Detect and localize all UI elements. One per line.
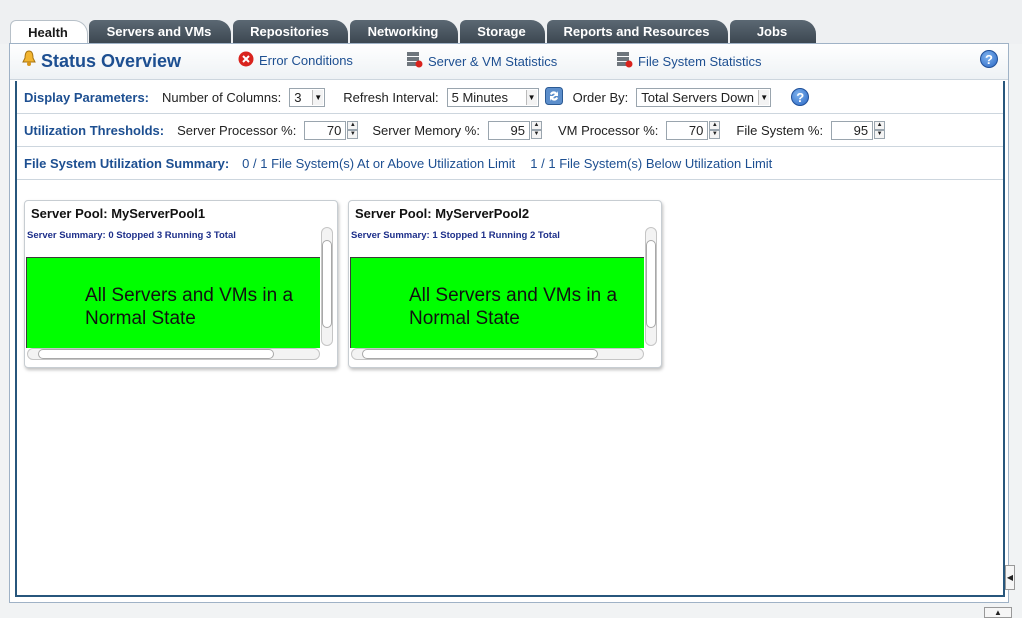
header-help-icon[interactable]: ?	[980, 50, 998, 68]
tab-storage-label: Storage	[477, 24, 526, 39]
tab-jobs[interactable]: Jobs	[730, 20, 816, 44]
error-conditions-label: Error Conditions	[259, 53, 353, 68]
status-normal-text: All Servers and VMs in a Normal State	[409, 285, 618, 329]
vm-processor-label: VM Processor %:	[557, 122, 659, 138]
tab-servers-and-vms[interactable]: Servers and VMs	[89, 20, 231, 44]
page-title: Status Overview	[22, 50, 181, 72]
refresh-interval-label: Refresh Interval:	[343, 89, 439, 105]
scrollbar-thumb[interactable]	[362, 349, 598, 359]
scrollbar-thumb[interactable]	[322, 240, 332, 328]
vm-processor-input[interactable]: 70	[666, 120, 709, 140]
tab-repositories[interactable]: Repositories	[233, 20, 348, 44]
server-processor-stepper[interactable]: ▲ ▼	[347, 121, 359, 139]
vertical-scrollbar[interactable]	[321, 227, 333, 346]
file-system-threshold-stepper[interactable]: ▲ ▼	[874, 121, 886, 139]
server-memory-label: Server Memory %:	[372, 122, 480, 138]
server-summary: Server Summary: 1 Stopped 1 Running 2 To…	[351, 230, 560, 241]
tab-servers-and-vms-label: Servers and VMs	[106, 24, 212, 39]
fs-summary-row: File System Utilization Summary: 0 / 1 F…	[17, 147, 1003, 180]
server-vm-statistics-label: Server & VM Statistics	[428, 53, 558, 69]
stepper-up-icon[interactable]: ▲	[709, 121, 721, 130]
file-system-statistics-link[interactable]: File System Statistics	[616, 51, 762, 71]
fs-above-limit-link[interactable]: 0 / 1 File System(s) At or Above Utiliza…	[242, 156, 515, 171]
tab-networking[interactable]: Networking	[350, 20, 458, 44]
file-system-threshold-label: File System %:	[736, 122, 824, 138]
chevron-down-icon: ▼	[758, 89, 770, 105]
order-by-label: Order By:	[572, 89, 629, 105]
tab-health[interactable]: Health	[10, 20, 88, 45]
scrollbar-thumb[interactable]	[646, 240, 656, 328]
fs-below-limit-link[interactable]: 1 / 1 File System(s) Below Utilization L…	[530, 156, 772, 171]
tab-networking-label: Networking	[367, 24, 439, 39]
horizontal-scrollbar[interactable]	[27, 348, 320, 360]
chevron-down-icon: ▼	[525, 89, 537, 105]
stepper-up-icon[interactable]: ▲	[530, 121, 542, 130]
stepper-down-icon[interactable]: ▼	[530, 130, 542, 139]
server-pool-card: Server Pool: MyServerPool2 Server Summar…	[348, 200, 662, 368]
page-title-text: Status Overview	[41, 50, 182, 71]
server-summary: Server Summary: 0 Stopped 3 Running 3 To…	[27, 230, 236, 241]
columns-label: Number of Columns:	[162, 89, 282, 105]
main-tab-bar: Health Servers and VMs Repositories Netw…	[0, 0, 1022, 45]
server-pool-title: Server Pool: MyServerPool1	[31, 206, 206, 221]
server-memory-stepper[interactable]: ▲ ▼	[530, 121, 542, 139]
server-processor-value: 70	[326, 122, 342, 138]
vm-processor-value: 70	[688, 122, 704, 138]
status-normal-area: All Servers and VMs in a Normal State	[350, 257, 644, 348]
status-overview-header: Status Overview Error Conditions Server …	[10, 44, 1008, 80]
status-normal-text: All Servers and VMs in a Normal State	[85, 285, 294, 329]
display-parameters-row: Display Parameters: Number of Columns: 3…	[17, 81, 1003, 114]
bell-icon	[22, 50, 36, 72]
server-processor-input[interactable]: 70	[304, 120, 347, 140]
horizontal-scrollbar[interactable]	[351, 348, 644, 360]
stepper-down-icon[interactable]: ▼	[709, 130, 721, 139]
server-memory-input[interactable]: 95	[487, 120, 530, 140]
scrollbar-thumb[interactable]	[38, 349, 274, 359]
collapse-left-icon[interactable]: ◀	[1005, 565, 1015, 590]
columns-select[interactable]: 3 ▼	[289, 87, 326, 107]
utilization-thresholds-row: Utilization Thresholds: Server Processor…	[17, 114, 1003, 147]
order-by-select[interactable]: Total Servers Down ▼	[636, 87, 772, 107]
error-icon	[238, 51, 254, 70]
server-vm-statistics-link[interactable]: Server & VM Statistics	[406, 51, 557, 71]
server-processor-label: Server Processor %:	[177, 122, 297, 138]
error-conditions-link[interactable]: Error Conditions	[238, 51, 353, 70]
server-pool-title: Server Pool: MyServerPool2	[355, 206, 530, 221]
vertical-scrollbar[interactable]	[645, 227, 657, 346]
tab-health-label: Health	[28, 25, 68, 40]
tab-jobs-label: Jobs	[756, 24, 788, 39]
file-system-threshold-input[interactable]: 95	[831, 120, 874, 140]
collapse-up-icon[interactable]: ▲	[984, 607, 1012, 618]
server-stats-icon	[406, 51, 423, 71]
server-memory-value: 95	[510, 122, 525, 138]
vm-processor-stepper[interactable]: ▲ ▼	[709, 121, 721, 139]
display-help-icon[interactable]: ?	[791, 88, 810, 106]
stepper-down-icon[interactable]: ▼	[347, 130, 359, 139]
refresh-interval-value: 5 Minutes	[451, 89, 508, 105]
server-pool-card: Server Pool: MyServerPool1 Server Summar…	[24, 200, 338, 368]
file-system-statistics-label: File System Statistics	[638, 53, 762, 69]
tab-reports-label: Reports and Resources	[563, 24, 710, 39]
tab-reports-and-resources[interactable]: Reports and Resources	[547, 20, 728, 44]
stepper-up-icon[interactable]: ▲	[347, 121, 359, 130]
chevron-down-icon: ▼	[312, 89, 324, 105]
status-normal-area: All Servers and VMs in a Normal State	[26, 257, 320, 348]
columns-value: 3	[294, 89, 302, 105]
order-by-value: Total Servers Down	[641, 89, 754, 105]
stepper-up-icon[interactable]: ▲	[874, 121, 886, 130]
refresh-icon[interactable]	[544, 86, 563, 108]
tab-repositories-label: Repositories	[250, 24, 329, 39]
refresh-interval-select[interactable]: 5 Minutes ▼	[446, 87, 539, 107]
stepper-down-icon[interactable]: ▼	[874, 130, 886, 139]
fs-stats-icon	[616, 51, 633, 71]
file-system-threshold-value: 95	[853, 122, 869, 138]
tab-storage[interactable]: Storage	[460, 20, 545, 44]
fs-summary-label: File System Utilization Summary:	[24, 155, 230, 171]
utilization-thresholds-label: Utilization Thresholds:	[24, 122, 165, 138]
display-parameters-label: Display Parameters:	[24, 89, 150, 105]
